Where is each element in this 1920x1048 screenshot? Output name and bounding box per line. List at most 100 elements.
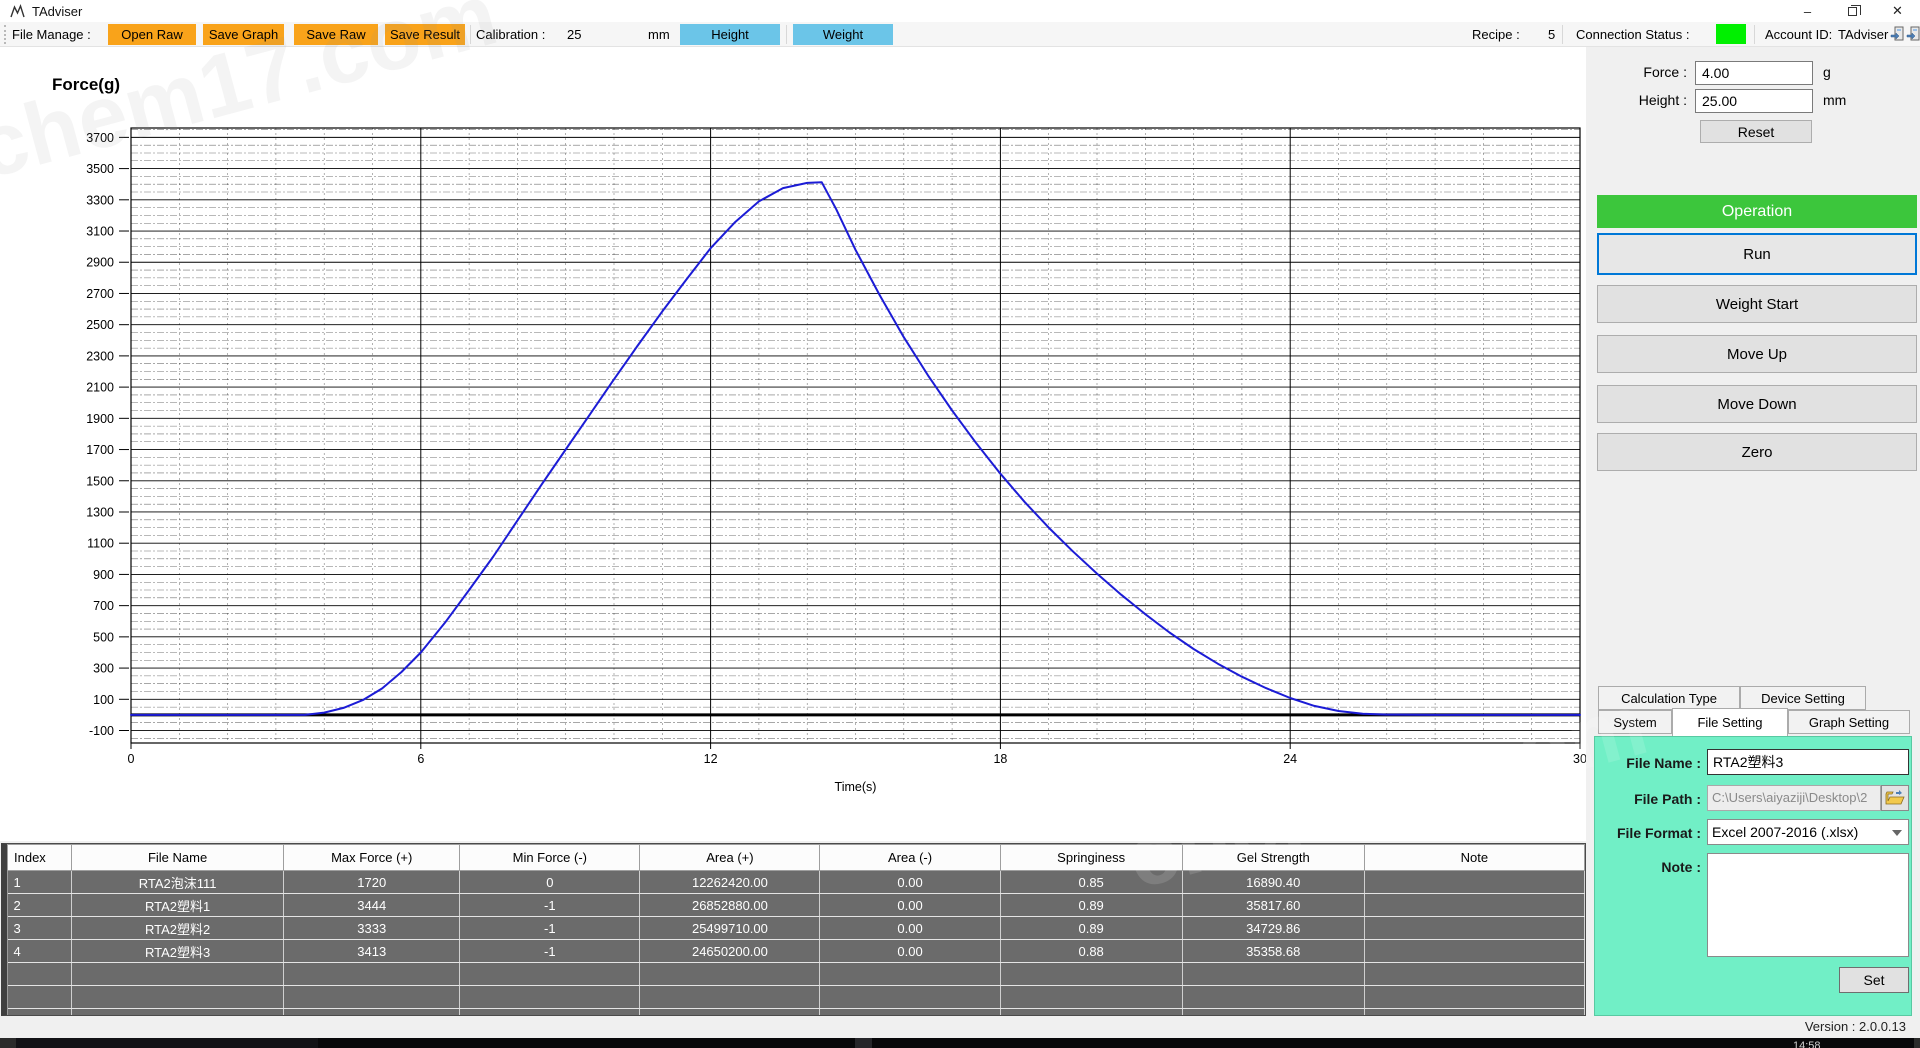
table-cell (1182, 963, 1364, 986)
table-cell: 0 (460, 871, 640, 894)
weight-start-button[interactable]: Weight Start (1597, 285, 1917, 323)
reset-button[interactable]: Reset (1700, 120, 1812, 143)
table-cell: 3333 (284, 917, 460, 940)
table-cell: 0.89 (1000, 894, 1182, 917)
table-row[interactable] (8, 986, 1585, 1009)
table-cell: 0.00 (820, 940, 1000, 963)
tab-graph-setting[interactable]: Graph Setting (1788, 710, 1910, 734)
table-row[interactable] (8, 1009, 1585, 1017)
table-cell (1182, 986, 1364, 1009)
table-cell: 16890.40 (1182, 871, 1364, 894)
table-cell: 2 (8, 894, 72, 917)
table-cell (1364, 1009, 1584, 1017)
move-up-button[interactable]: Move Up (1597, 335, 1917, 373)
minimize-button[interactable]: – (1785, 0, 1830, 22)
calibration-label: Calibration : (476, 26, 545, 44)
table-cell (1364, 917, 1584, 940)
table-cell (72, 986, 284, 1009)
toolbar-grip (4, 25, 7, 44)
logout-icon[interactable] (1906, 25, 1920, 42)
save-raw-button[interactable]: Save Raw (294, 24, 378, 45)
height-input[interactable] (1695, 89, 1813, 113)
table-cell (1000, 1009, 1182, 1017)
open-raw-button[interactable]: Open Raw (108, 24, 196, 45)
table-row[interactable] (8, 963, 1585, 986)
table-cell: -1 (460, 917, 640, 940)
calibration-value[interactable]: 25 (567, 26, 581, 44)
table-header-cell[interactable]: Max Force (+) (284, 845, 460, 871)
taskbar-segment (855, 1038, 872, 1048)
table-cell: 1720 (284, 871, 460, 894)
tab-file-setting[interactable]: File Setting (1672, 708, 1788, 736)
table-row[interactable]: 2RTA2塑料13444-126852880.000.000.8935817.6… (8, 894, 1585, 917)
browse-folder-button[interactable] (1881, 785, 1909, 811)
close-icon: ✕ (1892, 3, 1903, 19)
svg-text:3500: 3500 (86, 162, 114, 176)
set-button[interactable]: Set (1839, 967, 1909, 993)
recipe-label: Recipe : (1472, 26, 1520, 44)
os-taskbar[interactable]: 14:58 (0, 1038, 1920, 1048)
table-cell (640, 1009, 820, 1017)
table-cell (284, 986, 460, 1009)
weight-mode-button[interactable]: Weight (793, 24, 893, 45)
x-axis-label: Time(s) (835, 780, 877, 794)
maximize-button[interactable] (1830, 0, 1875, 22)
run-button[interactable]: Run (1597, 233, 1917, 275)
table-cell: -1 (460, 894, 640, 917)
app-icon (10, 4, 26, 18)
svg-text:1100: 1100 (87, 537, 114, 551)
table-header-cell[interactable]: Min Force (-) (460, 845, 640, 871)
svg-text:100: 100 (93, 693, 114, 707)
table-header-cell[interactable]: Gel Strength (1182, 845, 1364, 871)
table-cell: 0.88 (1000, 940, 1182, 963)
close-button[interactable]: ✕ (1875, 0, 1920, 22)
table-cell: 12262420.00 (640, 871, 820, 894)
svg-text:1500: 1500 (86, 474, 114, 488)
table-row[interactable]: 1RTA2泡沫1111720012262420.000.000.8516890.… (8, 871, 1585, 894)
table-header-cell[interactable]: Index (8, 845, 72, 871)
table-cell (1364, 894, 1584, 917)
connection-status-indicator (1716, 24, 1746, 44)
table-cell: 35358.68 (1182, 940, 1364, 963)
save-graph-button[interactable]: Save Graph (203, 24, 284, 45)
tab-system[interactable]: System (1598, 710, 1672, 734)
table-cell (460, 963, 640, 986)
table-cell (460, 986, 640, 1009)
tab-device-setting[interactable]: Device Setting (1740, 686, 1866, 710)
table-header-cell[interactable]: Note (1364, 845, 1584, 871)
title-bar: TAdviser – ✕ (0, 0, 1920, 22)
file-format-select[interactable]: Excel 2007-2016 (.xlsx) (1707, 819, 1909, 845)
force-input[interactable] (1695, 61, 1813, 85)
toolbar-separator (470, 25, 471, 44)
table-cell: RTA2泡沫111 (72, 871, 284, 894)
move-down-button[interactable]: Move Down (1597, 385, 1917, 423)
svg-text:2100: 2100 (86, 381, 114, 395)
file-path-label: File Path : (1601, 791, 1701, 807)
table-header-row: IndexFile NameMax Force (+)Min Force (-)… (8, 845, 1585, 871)
table-header-cell[interactable]: Springiness (1000, 845, 1182, 871)
svg-text:2700: 2700 (86, 287, 114, 301)
note-textarea[interactable] (1707, 853, 1909, 957)
save-result-button[interactable]: Save Result (385, 24, 465, 45)
table-header-cell[interactable]: Area (+) (640, 845, 820, 871)
table-cell: 0.89 (1000, 917, 1182, 940)
toolbar-separator (786, 25, 787, 44)
maximize-icon (1848, 7, 1857, 16)
tab-calculation-type[interactable]: Calculation Type (1598, 686, 1740, 710)
height-mode-button[interactable]: Height (680, 24, 780, 45)
table-cell (1000, 986, 1182, 1009)
table-cell (1182, 1009, 1364, 1017)
zero-button[interactable]: Zero (1597, 433, 1917, 471)
table-header-cell[interactable]: Area (-) (820, 845, 1000, 871)
results-table-wrap: IndexFile NameMax Force (+)Min Force (-)… (1, 843, 1586, 1016)
table-header-cell[interactable]: File Name (72, 845, 284, 871)
table-row[interactable]: 4RTA2塑料33413-124650200.000.000.8835358.6… (8, 940, 1585, 963)
table-row[interactable]: 3RTA2塑料23333-125499710.000.000.8934729.8… (8, 917, 1585, 940)
calibration-unit: mm (648, 26, 670, 44)
file-name-input[interactable] (1707, 749, 1909, 775)
svg-text:1300: 1300 (86, 505, 114, 519)
minimize-icon: – (1804, 4, 1811, 19)
login-icon[interactable] (1890, 25, 1905, 42)
chart-region: Force(g) -100100300500700900110013001500… (0, 47, 1590, 841)
table-cell (640, 986, 820, 1009)
